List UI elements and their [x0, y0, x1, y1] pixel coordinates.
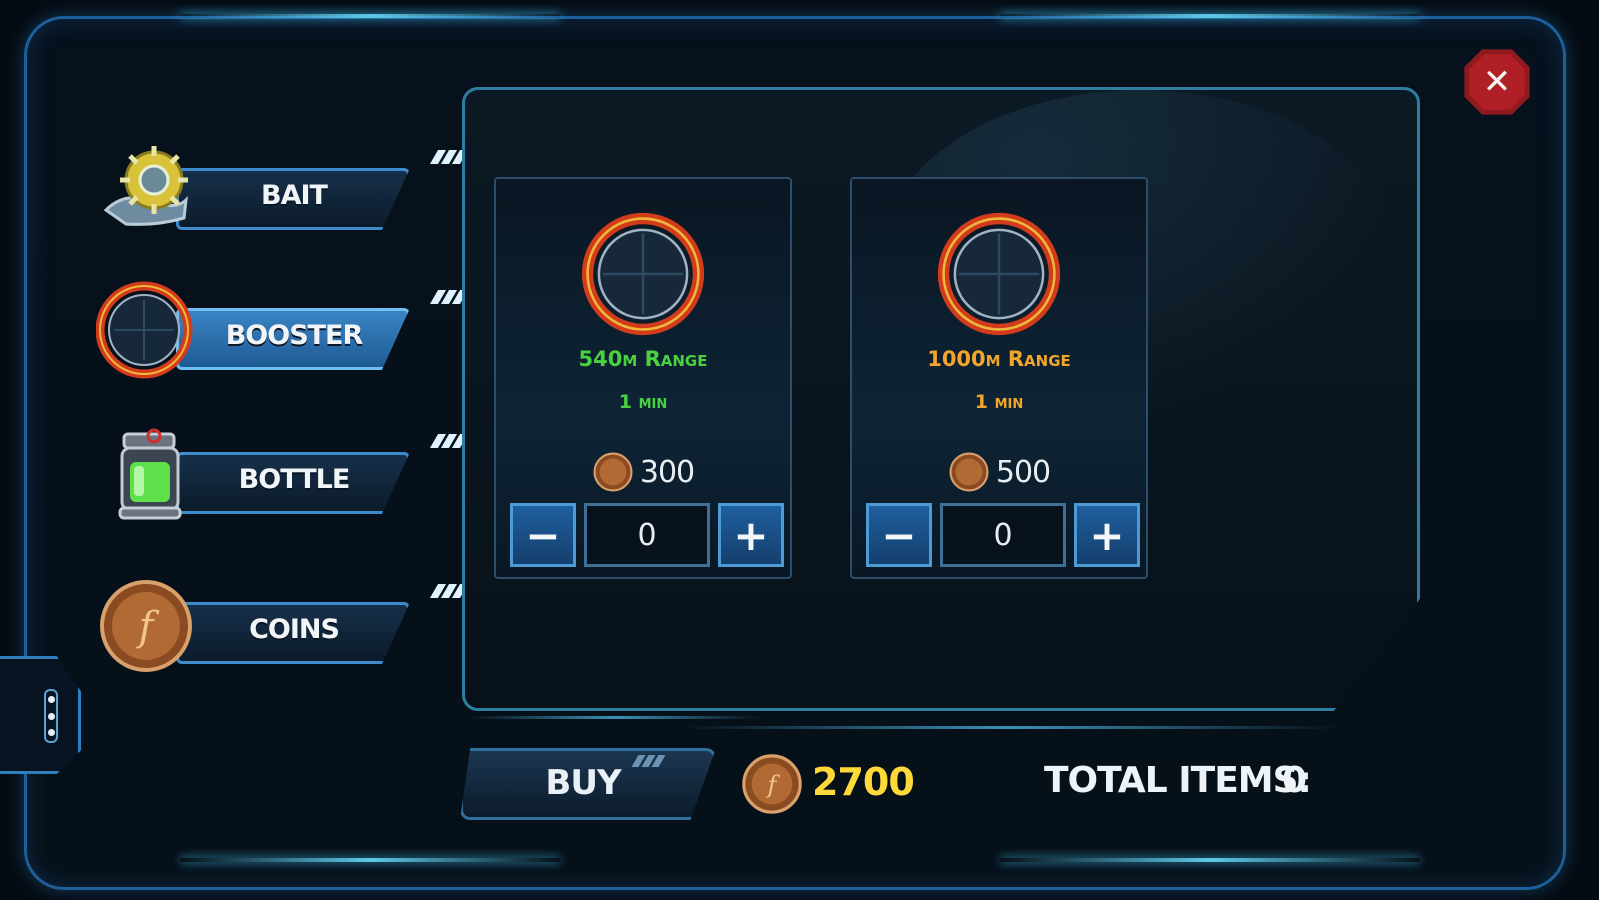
- quantity-field[interactable]: 0: [584, 503, 710, 567]
- footer-divider: [680, 726, 1340, 729]
- stripe-decoration: [429, 434, 469, 448]
- coin-icon: [949, 452, 989, 492]
- side-menu-tab[interactable]: [0, 656, 81, 774]
- item-card: 540m Range 1 min 300 − 0 +: [494, 177, 792, 579]
- buy-label: BUY: [545, 763, 621, 803]
- stripe-decoration: [429, 584, 469, 598]
- category-label-bottle: BOTTLE: [238, 464, 351, 495]
- total-items-value: 0: [1282, 760, 1308, 801]
- frame-glow-top-left: [180, 14, 560, 18]
- decrease-button[interactable]: −: [510, 503, 576, 567]
- item-price-value: 500: [995, 454, 1051, 490]
- category-label-coins: COINS: [249, 614, 340, 645]
- item-range: 1000m Range: [927, 347, 1071, 371]
- buy-button[interactable]: BUY: [460, 748, 716, 820]
- item-price: 500: [852, 451, 1146, 493]
- frame-glow-bottom-right: [1000, 858, 1420, 862]
- frame-glow-top-right: [1000, 14, 1420, 18]
- increase-button[interactable]: +: [1074, 503, 1140, 567]
- booster-radar-icon: [937, 212, 1061, 336]
- coin-icon: [593, 452, 633, 492]
- total-items-label: TOTAL ITEMS:: [1044, 760, 1312, 801]
- category-coins[interactable]: f COINS: [96, 572, 469, 672]
- stripe-decoration: [429, 150, 469, 164]
- stripe-decoration: [429, 290, 469, 304]
- category-bottle[interactable]: BOTTLE: [96, 422, 469, 522]
- frame-glow-bottom-left: [180, 858, 560, 862]
- item-price: 300: [496, 451, 790, 493]
- quantity-stepper: − 0 +: [510, 503, 784, 567]
- coin-icon: f: [100, 580, 192, 672]
- bait-icon: [103, 146, 188, 226]
- item-duration: 1 min: [618, 391, 668, 413]
- coin-balance: 2700: [812, 760, 915, 804]
- quantity-field[interactable]: 0: [940, 503, 1066, 567]
- footer-divider: [470, 716, 760, 719]
- item-duration: 1 min: [974, 391, 1024, 413]
- item-range: 540m Range: [578, 347, 708, 371]
- category-booster[interactable]: BOOSTER: [96, 278, 469, 379]
- category-label-booster: BOOSTER: [225, 320, 364, 351]
- more-options-icon: [44, 689, 58, 743]
- booster-radar-icon: [581, 212, 705, 336]
- decrease-button[interactable]: −: [866, 503, 932, 567]
- coin-icon: f: [742, 754, 802, 814]
- item-price-value: 300: [639, 454, 695, 490]
- booster-radar-icon: [96, 281, 193, 379]
- quantity-stepper: − 0 +: [866, 503, 1140, 567]
- increase-button[interactable]: +: [718, 503, 784, 567]
- item-card: 1000m Range 1 min 500 − 0 +: [850, 177, 1148, 579]
- bottle-icon: [118, 428, 182, 520]
- close-icon: ✕: [1482, 62, 1512, 102]
- category-label-bait: BAIT: [261, 180, 328, 211]
- category-bait[interactable]: BAIT: [96, 138, 469, 238]
